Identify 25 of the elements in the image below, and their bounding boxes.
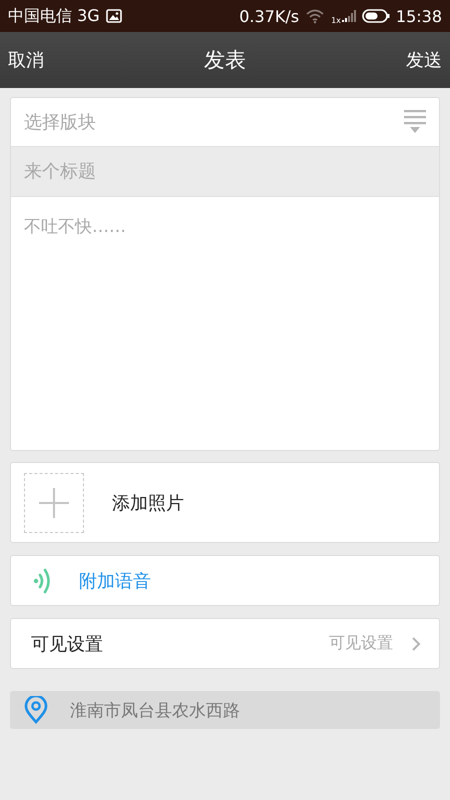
title-field[interactable]: 来个标题 bbox=[10, 147, 440, 197]
clock-time: 15:38 bbox=[396, 6, 442, 26]
carrier-text: 中国电信 3G bbox=[8, 6, 100, 26]
voice-wave-icon bbox=[33, 568, 51, 594]
content-field[interactable]: 不吐不快…… bbox=[10, 197, 440, 451]
add-photo-button[interactable] bbox=[24, 472, 84, 532]
signal-label: 1x bbox=[331, 16, 341, 25]
signal-icon bbox=[342, 9, 356, 23]
battery-icon bbox=[362, 9, 390, 23]
page-title: 发表 bbox=[204, 47, 246, 74]
plus-icon bbox=[39, 488, 69, 518]
network-speed: 0.37K/s bbox=[239, 6, 300, 26]
chevron-right-icon bbox=[411, 636, 421, 652]
visibility-label: 可见设置 bbox=[31, 632, 104, 656]
visibility-settings-row[interactable]: 可见设置 可见设置 bbox=[10, 618, 440, 669]
location-pin-icon bbox=[24, 696, 48, 724]
dropdown-menu-icon bbox=[404, 109, 426, 135]
add-photo-label: 添加照片 bbox=[112, 492, 184, 514]
visibility-value: 可见设置 bbox=[329, 633, 393, 654]
send-button[interactable]: 发送 bbox=[406, 48, 442, 72]
image-icon bbox=[106, 9, 122, 23]
wifi-icon bbox=[305, 8, 326, 24]
location-text: 淮南市凤台县农水西路 bbox=[70, 700, 240, 722]
board-placeholder: 选择版块 bbox=[24, 111, 96, 134]
cancel-button[interactable]: 取消 bbox=[8, 48, 44, 72]
